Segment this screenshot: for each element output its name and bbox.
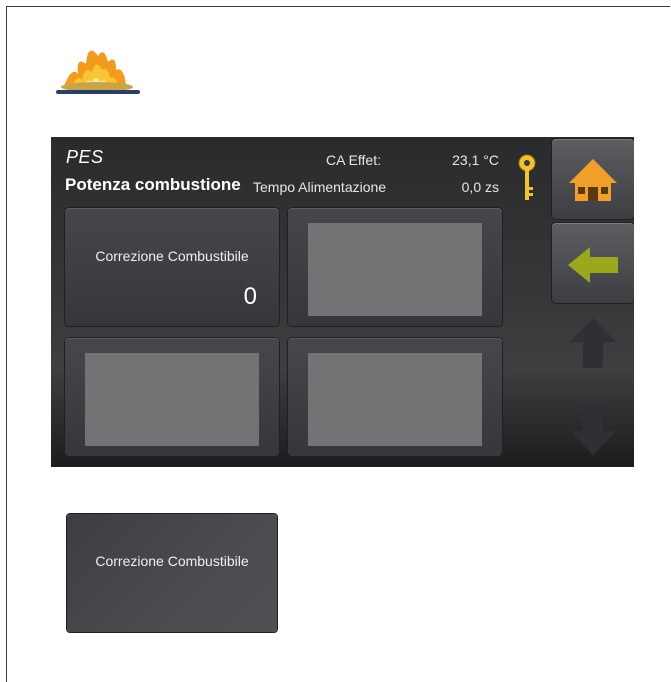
empty-tile-top-right[interactable]: [288, 208, 502, 326]
tile-placeholder: [308, 353, 482, 446]
tile-value: 0: [243, 283, 257, 310]
tempo-alimentazione-value: 0,0 zs: [461, 179, 499, 195]
page-title: PES: [66, 147, 104, 167]
key-icon: [518, 154, 536, 200]
sample-button-label: Correzione Combustibile: [95, 553, 249, 569]
empty-tile-bottom-right[interactable]: [288, 338, 502, 456]
home-icon: [569, 159, 617, 201]
empty-tile-bottom-left[interactable]: [65, 338, 279, 456]
arrow-up-icon[interactable]: [552, 314, 634, 374]
tempo-alimentazione-label: Tempo Alimentazione: [253, 179, 387, 195]
ca-effet-label: CA Effet:: [326, 152, 381, 168]
tile-label: Correzione Combustibile: [95, 248, 249, 264]
correzione-combustibile-tile[interactable]: Correzione Combustibile 0: [65, 208, 279, 326]
home-button[interactable]: [552, 139, 634, 219]
back-arrow-icon: [568, 247, 618, 283]
tile-placeholder: [85, 353, 259, 446]
back-button[interactable]: [552, 223, 634, 303]
fire-icon: [56, 50, 140, 94]
arrow-down-icon[interactable]: [552, 399, 634, 459]
ca-effet-value: 23,1 °C: [452, 152, 499, 168]
tile-placeholder: [308, 223, 482, 316]
page-subtitle: Potenza combustione: [65, 175, 241, 194]
device-screen: PES Potenza combustione CA Effet: 23,1 °…: [51, 137, 634, 467]
correzione-combustibile-button[interactable]: Correzione Combustibile: [67, 514, 277, 632]
